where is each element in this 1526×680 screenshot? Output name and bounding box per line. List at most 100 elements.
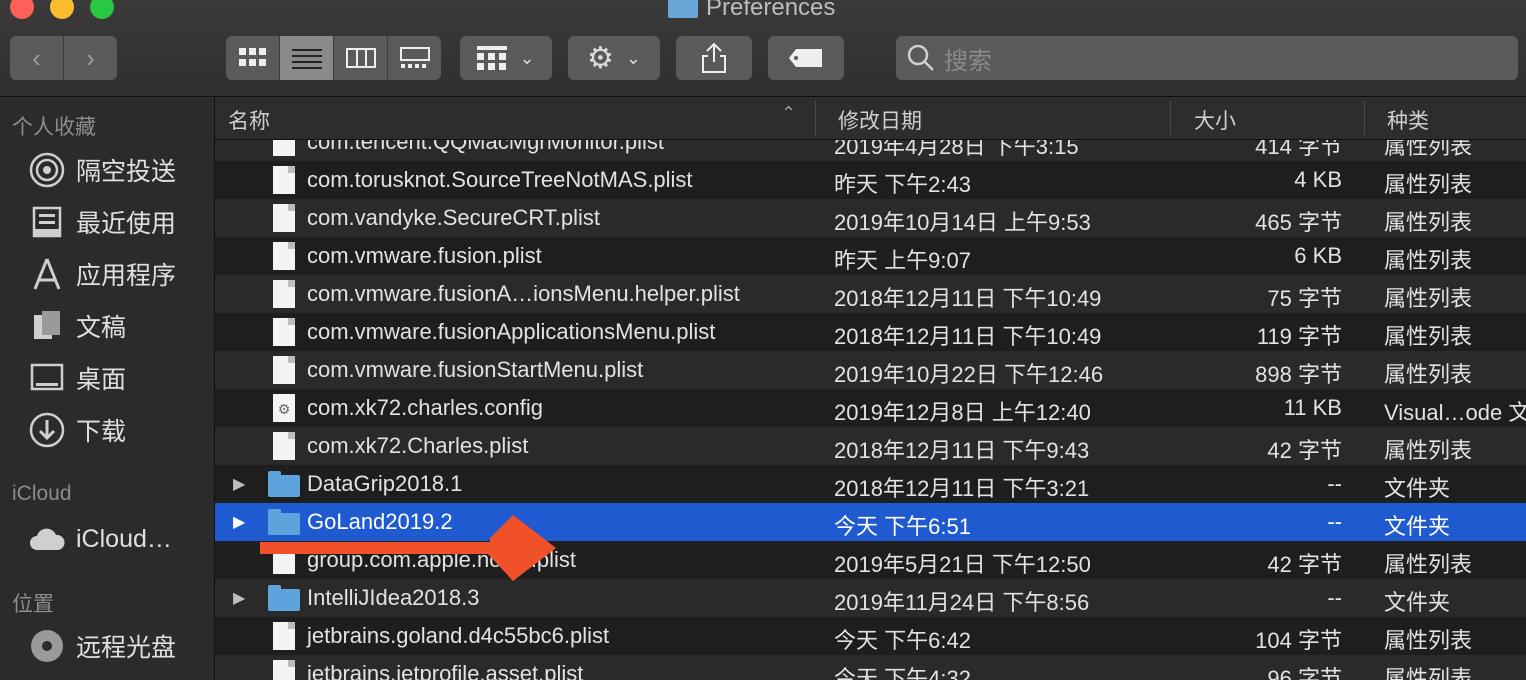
folder-icon — [268, 471, 300, 497]
table-row[interactable]: jetbrains.jetprofile.asset.plist 今天 下午4:3… — [215, 655, 1526, 680]
file-name: com.vandyke.SecureCRT.plist — [307, 205, 601, 230]
list-view-button[interactable] — [280, 36, 334, 80]
file-kind: 属性列表 — [1384, 362, 1473, 387]
file-name: com.vmware.fusionA…ionsMenu.helper.plist — [307, 281, 740, 306]
search-placeholder: 搜索 — [944, 47, 992, 75]
document-icon — [273, 280, 295, 308]
minimize-window-button[interactable] — [50, 0, 74, 19]
file-size: -- — [1327, 585, 1342, 610]
table-row[interactable]: ▶ DataGrip2018.1 2018年12月11日 下午3:21 -- 文件夹 — [215, 465, 1526, 503]
column-divider[interactable] — [1170, 101, 1171, 135]
column-date-header[interactable]: 修改日期 — [838, 105, 922, 135]
file-kind: 文件夹 — [1384, 590, 1451, 615]
modified-date: 2018年12月11日 下午10:49 — [834, 324, 1102, 349]
sidebar-item-downloads[interactable]: 下载 — [28, 410, 126, 450]
forward-button[interactable]: › — [64, 36, 117, 80]
table-row[interactable]: ⚙ com.xk72.charles.config 2019年12月8日 上午12:… — [215, 389, 1526, 427]
gallery-view-button[interactable] — [388, 36, 441, 80]
icloud-header: iCloud — [12, 482, 72, 505]
file-size: 898 字节 — [1255, 362, 1342, 387]
file-name: DataGrip2018.1 — [307, 471, 463, 496]
back-button[interactable]: ‹ — [10, 36, 64, 80]
column-size-header[interactable]: 大小 — [1194, 105, 1236, 135]
search-field[interactable]: 搜索 — [896, 36, 1518, 80]
column-view-button[interactable] — [334, 36, 388, 80]
sidebar-item-remote-disc[interactable]: 远程光盘 — [28, 626, 176, 666]
modified-date: 2018年12月11日 下午10:49 — [834, 286, 1102, 311]
file-list: com.tencent.QQMacMgrMonitor.plist 2019年4月… — [215, 97, 1526, 680]
share-button[interactable] — [676, 36, 752, 80]
list-icon — [291, 49, 322, 69]
column-header: 名称 ⌃ 修改日期 大小 种类 — [215, 97, 1526, 140]
icon-view-button[interactable] — [226, 36, 280, 80]
table-row[interactable]: com.vandyke.SecureCRT.plist 2019年10月14日 上… — [215, 199, 1526, 237]
sidebar-item-desktop[interactable]: 桌面 — [28, 358, 126, 398]
file-name: com.xk72.charles.config — [307, 395, 543, 420]
sidebar-item-documents[interactable]: 文稿 — [28, 306, 126, 346]
sidebar-item-airdrop[interactable]: 隔空投送 — [28, 150, 176, 190]
close-window-button[interactable] — [10, 0, 34, 19]
document-icon — [273, 432, 295, 460]
window-title: Preferences — [668, 0, 835, 22]
file-kind: 文件夹 — [1384, 476, 1451, 501]
group-by-button[interactable]: ⌄ — [460, 36, 552, 80]
modified-date: 2019年10月22日 下午12:46 — [834, 362, 1104, 387]
file-name: com.vmware.fusion.plist — [307, 243, 542, 268]
chevron-down-icon: ⌄ — [625, 47, 641, 68]
modified-date: 昨天 下午2:43 — [834, 172, 971, 197]
file-kind: 属性列表 — [1384, 172, 1473, 197]
modified-date: 2019年10月14日 上午9:53 — [834, 210, 1091, 235]
sort-ascending-icon: ⌃ — [781, 103, 797, 123]
disclosure-triangle-icon[interactable]: ▶ — [233, 512, 245, 532]
chevron-left-icon: ‹ — [32, 42, 41, 73]
disc-icon — [28, 627, 66, 665]
file-kind: 文件夹 — [1384, 514, 1451, 539]
document-icon — [273, 242, 295, 270]
disclosure-triangle-icon[interactable]: ▶ — [233, 588, 245, 608]
chevron-right-icon: › — [86, 42, 95, 73]
column-divider[interactable] — [815, 101, 816, 135]
modified-date: 2018年12月11日 下午3:21 — [834, 476, 1090, 501]
file-kind: 属性列表 — [1384, 286, 1473, 311]
sidebar-item-recents[interactable]: 最近使用 — [28, 202, 176, 242]
file-size: 104 字节 — [1255, 628, 1342, 653]
folder-icon — [268, 585, 300, 611]
sidebar-item-applications[interactable]: 应用程序 — [28, 254, 176, 294]
file-kind: 属性列表 — [1384, 438, 1473, 463]
sidebar-item-label: 应用程序 — [76, 262, 177, 290]
column-name-header[interactable]: 名称 — [228, 105, 270, 135]
tags-button[interactable] — [768, 36, 844, 80]
applications-icon — [28, 255, 66, 293]
disclosure-triangle-icon[interactable]: ▶ — [233, 474, 245, 494]
table-row[interactable]: com.vmware.fusion.plist 昨天 上午9:07 6 KB 属性列表 — [215, 237, 1526, 275]
table-row[interactable]: com.xk72.Charles.plist 2018年12月11日 下午9:43… — [215, 427, 1526, 465]
table-row[interactable]: com.torusknot.SourceTreeNotMAS.plist 昨天 下… — [215, 161, 1526, 199]
table-row[interactable]: jetbrains.goland.d4c55bc6.plist 今天 下午6:42… — [215, 617, 1526, 655]
annotation-arrow-icon — [260, 515, 556, 581]
sidebar-item-label: 最近使用 — [76, 210, 177, 238]
file-size: 96 字节 — [1267, 666, 1342, 680]
cloud-icon — [28, 520, 66, 558]
file-kind: 属性列表 — [1384, 628, 1473, 653]
grid-icon — [238, 48, 266, 66]
file-size: -- — [1327, 509, 1342, 534]
column-divider[interactable] — [1364, 101, 1365, 135]
table-row[interactable]: com.vmware.fusionA…ionsMenu.helper.plist… — [215, 275, 1526, 313]
file-kind: 属性列表 — [1384, 248, 1473, 273]
column-kind-header[interactable]: 种类 — [1387, 105, 1429, 135]
table-row[interactable]: com.vmware.fusionStartMenu.plist 2019年10月… — [215, 351, 1526, 389]
table-row[interactable]: com.vmware.fusionApplicationsMenu.plist 2… — [215, 313, 1526, 351]
file-size: 11 KB — [1283, 395, 1342, 420]
columns-icon — [345, 48, 376, 68]
modified-date: 2019年12月8日 上午12:40 — [834, 400, 1091, 425]
file-name: com.vmware.fusionApplicationsMenu.plist — [307, 319, 716, 344]
file-kind: 属性列表 — [1384, 552, 1473, 577]
file-kind: 属性列表 — [1384, 210, 1473, 235]
file-name: com.vmware.fusionStartMenu.plist — [307, 357, 644, 382]
sidebar-item-label: iCloud… — [76, 524, 172, 553]
file-name: jetbrains.jetprofile.asset.plist — [307, 661, 584, 680]
sidebar-item-icloud-drive[interactable]: iCloud… — [28, 519, 172, 559]
action-menu-button[interactable]: ⚙ ⌄ — [568, 36, 660, 80]
zoom-window-button[interactable] — [90, 0, 114, 19]
modified-date: 2019年11月24日 下午8:56 — [834, 590, 1090, 615]
